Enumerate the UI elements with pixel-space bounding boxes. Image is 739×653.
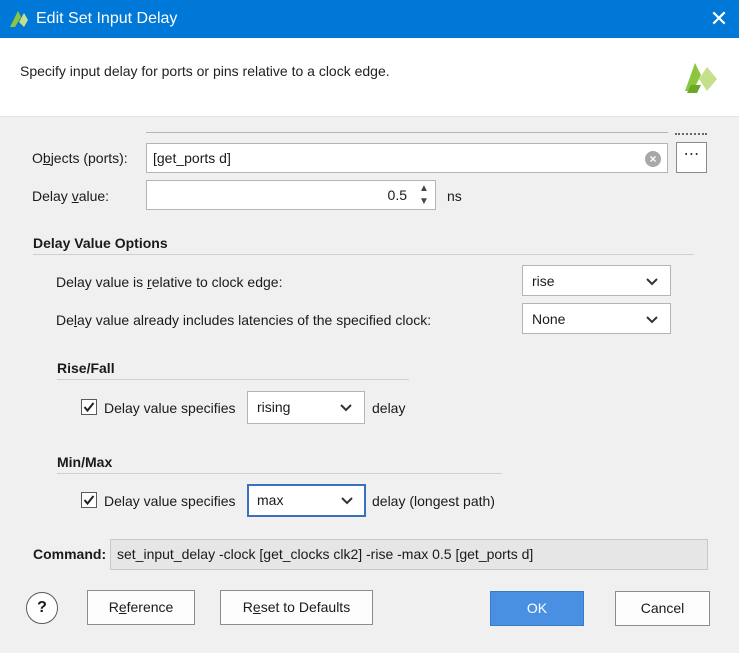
- min-max-value: max: [257, 492, 284, 508]
- rise-fall-suffix: delay: [372, 400, 406, 416]
- checkmark-icon: [83, 495, 95, 506]
- min-max-suffix: delay (longest path): [372, 493, 495, 509]
- resize-grip: [675, 133, 707, 137]
- command-text: set_input_delay -clock [get_clocks clk2]…: [117, 546, 534, 562]
- relative-edge-select[interactable]: rise: [522, 265, 671, 296]
- command-label: Command:: [33, 546, 107, 562]
- dialog-description: Specify input delay for ports or pins re…: [20, 63, 390, 79]
- spin-up-icon[interactable]: ▲: [417, 182, 431, 196]
- rise-fall-separator: [57, 379, 409, 380]
- delay-options-title: Delay Value Options: [33, 235, 168, 251]
- browse-button[interactable]: ⋯: [676, 142, 707, 173]
- dialog-header: Specify input delay for ports or pins re…: [0, 38, 739, 117]
- clear-icon[interactable]: ×: [645, 151, 661, 167]
- reset-defaults-button[interactable]: Reset to Defaults: [220, 590, 373, 625]
- latency-select[interactable]: None: [522, 303, 671, 334]
- app-logo-icon: [10, 11, 28, 27]
- ellipsis-icon: ⋯: [683, 146, 700, 163]
- close-button[interactable]: ✕: [706, 6, 732, 32]
- ok-button[interactable]: OK: [490, 591, 584, 626]
- min-max-title: Min/Max: [57, 454, 113, 470]
- brand-logo-icon: [685, 63, 717, 93]
- window-title: Edit Set Input Delay: [36, 10, 178, 27]
- rise-fall-value: rising: [257, 399, 291, 415]
- objects-label: Objects (ports):: [32, 150, 128, 166]
- spin-down-icon[interactable]: ▼: [417, 195, 431, 209]
- objects-field-top-edge: [146, 132, 668, 137]
- objects-input[interactable]: [get_ports d] ×: [146, 143, 668, 173]
- rise-fall-title: Rise/Fall: [57, 360, 115, 376]
- cancel-button[interactable]: Cancel: [615, 591, 710, 626]
- title-bar: Edit Set Input Delay ✕: [0, 0, 739, 38]
- delay-unit: ns: [447, 188, 462, 204]
- min-max-label: Delay value specifies: [104, 493, 236, 509]
- min-max-separator: [57, 473, 502, 474]
- chevron-down-icon: [340, 404, 352, 412]
- min-max-checkbox[interactable]: [81, 492, 97, 508]
- rise-fall-checkbox[interactable]: [81, 399, 97, 415]
- latency-value: None: [532, 311, 566, 327]
- relative-edge-label: Delay value is relative to clock edge:: [56, 274, 283, 290]
- min-max-select[interactable]: max: [247, 484, 366, 517]
- delay-options-separator: [33, 254, 694, 255]
- help-button[interactable]: ?: [26, 592, 58, 624]
- command-preview: set_input_delay -clock [get_clocks clk2]…: [110, 539, 708, 570]
- chevron-down-icon: [646, 316, 658, 324]
- delay-value-label: Delay value:: [32, 188, 110, 204]
- reference-button[interactable]: Reference: [87, 590, 195, 625]
- relative-edge-value: rise: [532, 273, 555, 289]
- rise-fall-label: Delay value specifies: [104, 400, 236, 416]
- rise-fall-select[interactable]: rising: [247, 391, 365, 424]
- objects-value: [get_ports d]: [153, 150, 231, 166]
- chevron-down-icon: [646, 278, 658, 286]
- delay-value-text: 0.5: [387, 187, 407, 203]
- chevron-down-icon: [341, 497, 353, 505]
- close-icon: ✕: [709, 6, 729, 31]
- delay-value-spinner[interactable]: 0.5 ▲ ▼: [146, 180, 436, 210]
- checkmark-icon: [83, 402, 95, 413]
- help-icon: ?: [37, 599, 47, 616]
- latency-label: Delay value already includes latencies o…: [56, 312, 432, 328]
